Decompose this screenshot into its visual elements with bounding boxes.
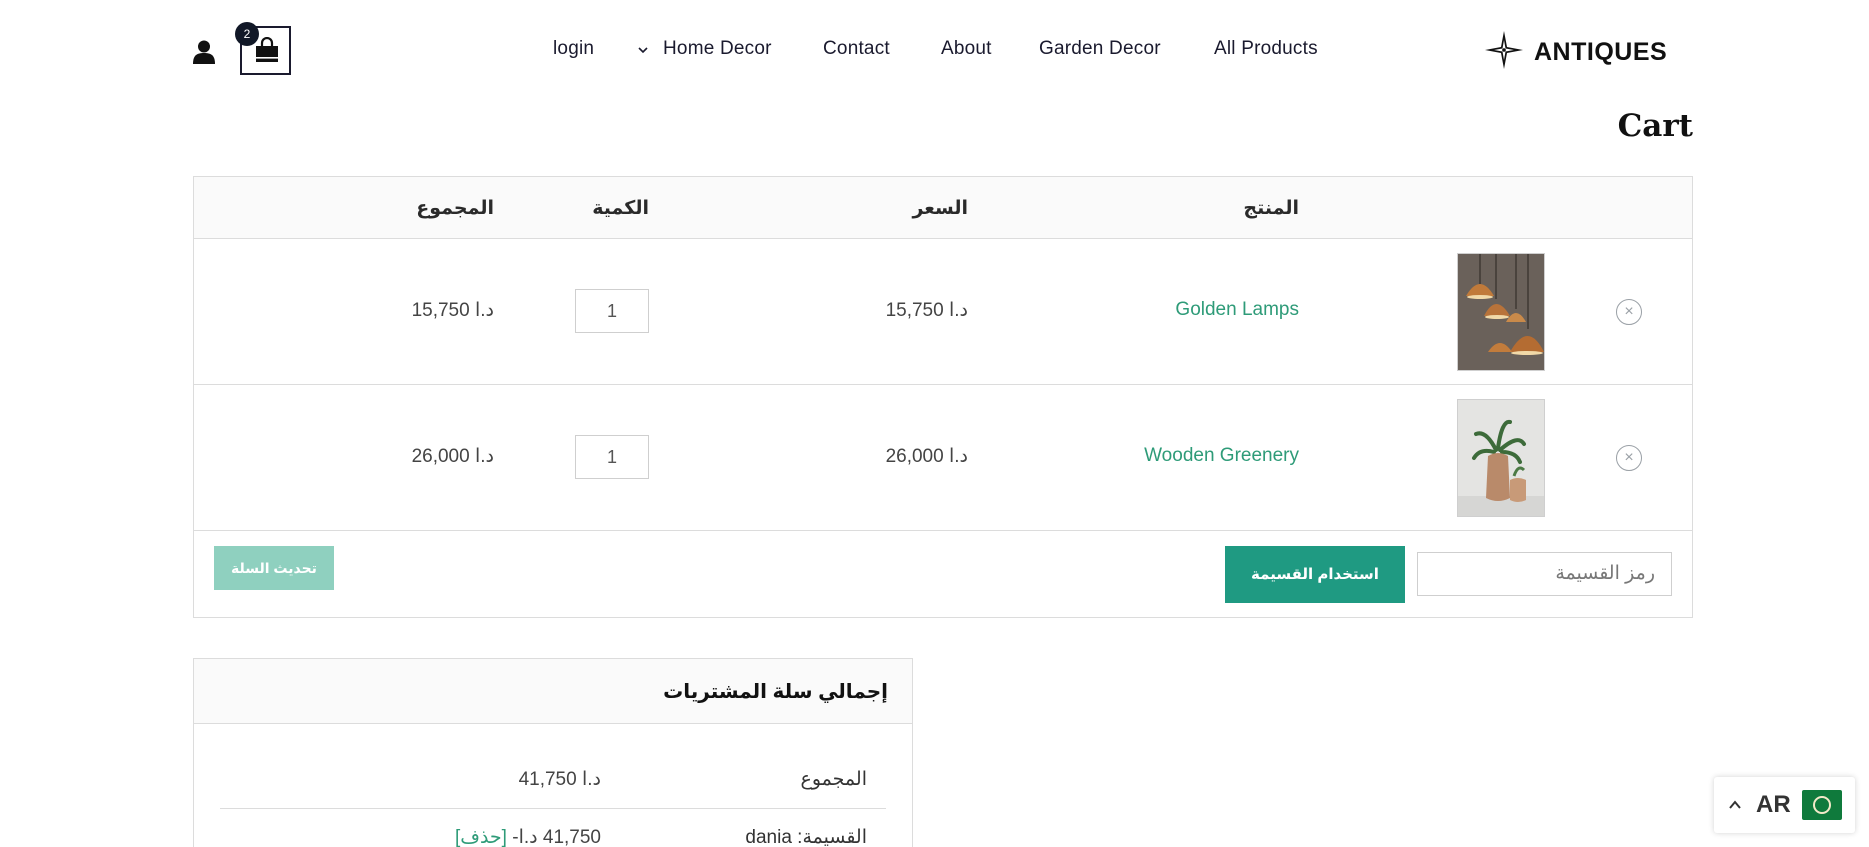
cart-count-badge: 2 [235,22,259,46]
nav-home-decor[interactable]: Home Decor [663,38,772,60]
quantity-input[interactable]: 1 [575,435,649,479]
item-subtotal: 26,000 د.ا [411,446,494,467]
arab-league-flag-icon [1802,790,1842,820]
item-price: 15,750 د.ا [885,300,968,321]
wooden-greenery-image [1458,400,1544,516]
cart-row: × Golden Lamps 15,750 د.ا 1 15,750 د.ا [194,239,1692,385]
product-thumbnail[interactable] [1457,399,1545,517]
site-header: 2 login Home Decor Contact About Garden … [0,0,1869,100]
product-link[interactable]: Golden Lamps [1175,299,1299,321]
totals-subtotal-value: 41,750 د.ا [518,769,601,790]
column-price: السعر [912,198,968,219]
cart-totals-header: إجمالي سلة المشتريات [194,659,912,724]
item-subtotal: 15,750 د.ا [411,300,494,321]
chevron-up-icon [1729,800,1741,809]
logo-text[interactable]: ANTIQUES [1534,38,1667,67]
coupon-discount-amount: -41,750 د.ا [512,827,601,847]
quantity-input[interactable]: 1 [575,289,649,333]
update-cart-button[interactable]: تحديث السلة [214,546,334,590]
product-link[interactable]: Wooden Greenery [1144,445,1299,467]
language-code: AR [1756,791,1791,818]
cart-table: المنتج السعر الكمية المجموع × Golden Lam… [193,176,1693,618]
totals-subtotal-label: المجموع [800,769,867,790]
cart-totals: إجمالي سلة المشتريات المجموع 41,750 د.ا … [193,658,913,847]
totals-coupon-value: [حذف] -41,750 د.ا [455,826,601,847]
page-title: Cart [1617,108,1693,144]
nav-contact[interactable]: Contact [823,38,890,60]
divider [220,808,886,809]
cart-totals-title: إجمالي سلة المشتريات [663,681,888,703]
shopping-bag-icon [256,37,278,62]
cart-table-header: المنتج السعر الكمية المجموع [194,177,1692,239]
product-thumbnail[interactable] [1457,253,1545,371]
column-product: المنتج [1243,198,1299,219]
nav-about[interactable]: About [941,38,992,60]
column-quantity: الكمية [592,198,649,219]
golden-lamps-image [1458,254,1544,370]
item-price: 26,000 د.ا [885,446,968,467]
logo-star-icon[interactable] [1485,31,1523,69]
cart-actions: رمز القسيمة استخدام القسيمة تحديث السلة [194,531,1692,617]
coupon-code-input[interactable]: رمز القسيمة [1417,552,1672,596]
remove-item-button[interactable]: × [1616,299,1642,325]
cart-row: × Wooden Greenery 26,000 د.ا 1 26,000 د.… [194,385,1692,531]
remove-coupon-link[interactable]: [حذف] [455,827,507,847]
nav-login[interactable]: login [553,38,594,60]
column-subtotal: المجموع [416,198,494,219]
nav-all-products[interactable]: All Products [1214,38,1318,60]
chevron-down-icon[interactable] [638,45,648,55]
user-icon[interactable] [193,40,215,64]
nav-garden-decor[interactable]: Garden Decor [1039,38,1161,60]
totals-coupon-label: القسيمة: dania [745,827,867,847]
apply-coupon-button[interactable]: استخدام القسيمة [1225,546,1405,603]
remove-item-button[interactable]: × [1616,445,1642,471]
language-switcher[interactable]: AR [1714,777,1855,833]
